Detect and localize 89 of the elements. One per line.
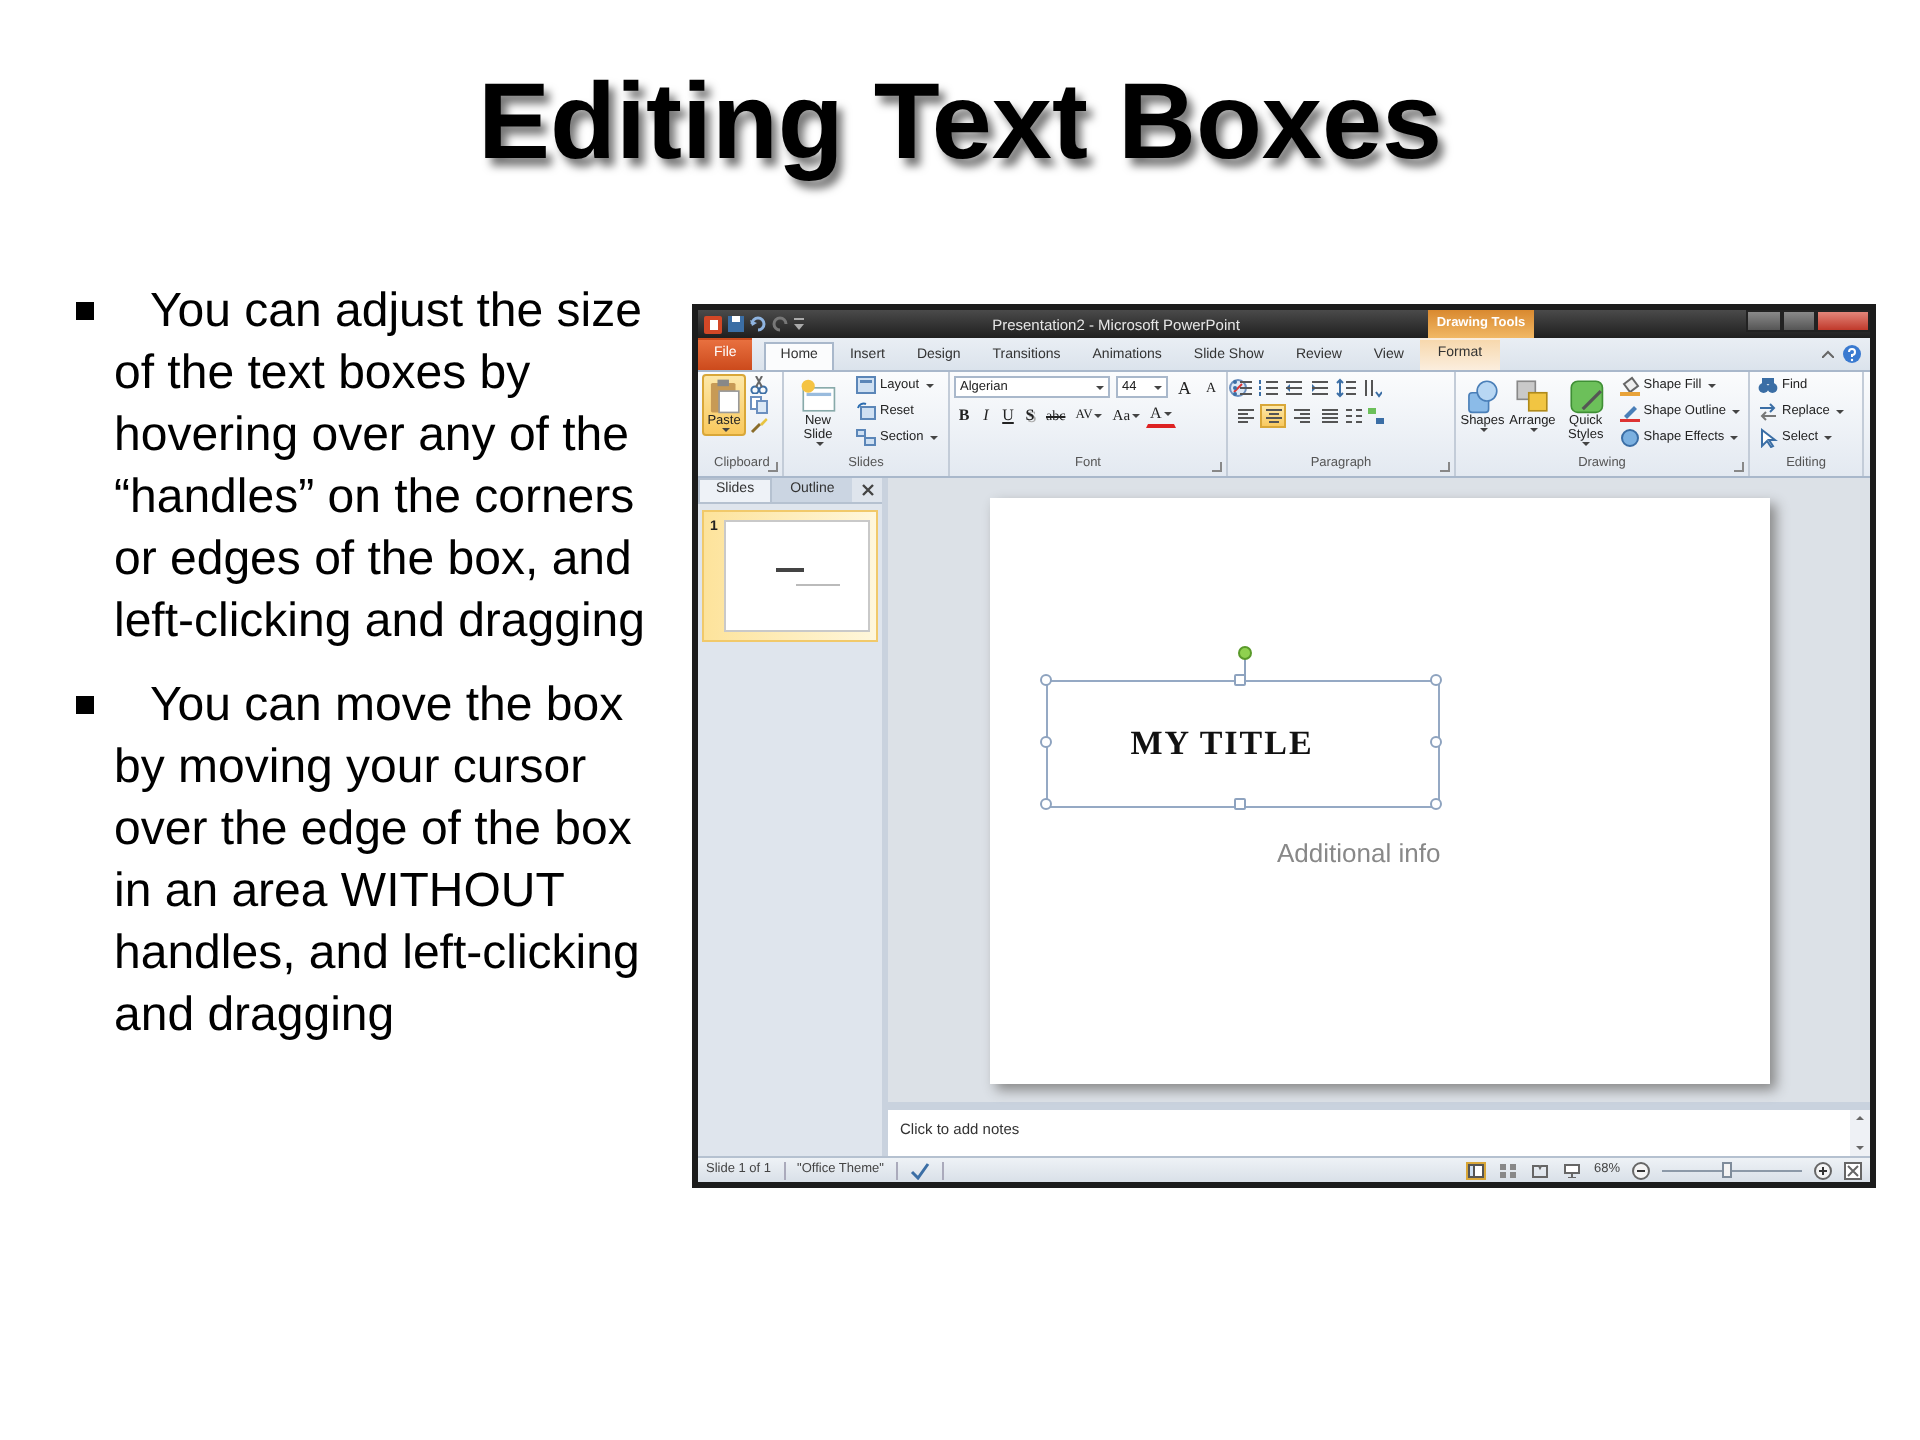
caret-icon — [1094, 413, 1103, 417]
slide-sorter-icon — [1499, 1163, 1516, 1177]
fill-icon — [1619, 376, 1640, 396]
align-button[interactable] — [1316, 403, 1342, 427]
section-icon — [856, 428, 876, 448]
fit-to-window-icon[interactable] — [1844, 1161, 1862, 1179]
arrange-icon — [1514, 378, 1551, 414]
bullet-text: You can adjust the size of the text boxes by hovering over any of the “handles” on the corners or edges of the box, and left-clicking and dragging — [114, 284, 645, 648]
slideshow-icon — [1563, 1163, 1580, 1177]
align-button[interactable] — [1232, 403, 1258, 427]
view-button[interactable] — [1529, 1161, 1550, 1179]
view-button[interactable] — [1465, 1161, 1486, 1179]
view-button[interactable] — [1561, 1161, 1582, 1179]
shapes-icon — [1464, 378, 1501, 414]
copy-icon[interactable] — [750, 396, 768, 414]
bullet-icon — [76, 302, 94, 320]
dialog-launcher-icon[interactable] — [1734, 462, 1744, 472]
scrollbar[interactable] — [1850, 1110, 1870, 1156]
reading-view-icon — [1531, 1163, 1548, 1177]
caret-icon — [1154, 385, 1162, 389]
line-spacing-icon[interactable] — [1336, 377, 1356, 397]
layout-icon — [856, 376, 876, 396]
format-button[interactable]: A — [1146, 403, 1176, 427]
slide-subtitle: Additional info — [1277, 838, 1441, 870]
smartart-icon[interactable] — [1366, 405, 1386, 425]
normal-view-icon — [1467, 1163, 1484, 1177]
align-button[interactable] — [1288, 403, 1314, 427]
view-button[interactable] — [1497, 1161, 1518, 1179]
align-button[interactable] — [1260, 403, 1286, 427]
align-left-icon — [1235, 405, 1255, 425]
resize-handle[interactable] — [1234, 798, 1246, 810]
slide-thumbnail[interactable] — [723, 520, 870, 632]
format-button[interactable]: I — [976, 403, 996, 427]
app-icon[interactable] — [704, 315, 722, 333]
zoom-slider-thumb[interactable] — [1721, 1161, 1731, 1177]
zoom-out-icon[interactable] — [1632, 1161, 1650, 1179]
scissors-icon[interactable] — [750, 376, 768, 394]
brush-icon[interactable] — [750, 416, 768, 434]
resize-handle[interactable] — [1429, 798, 1441, 810]
caret-icon — [1163, 412, 1172, 416]
format-button[interactable]: B — [954, 403, 974, 427]
resize-handle[interactable] — [1429, 736, 1441, 748]
justify-icon — [1319, 405, 1339, 425]
slide-icon — [800, 378, 836, 414]
customize-icon[interactable] — [794, 316, 804, 332]
spellcheck-icon[interactable] — [909, 1161, 930, 1179]
caret-icon — [1096, 385, 1104, 389]
rotation-handle[interactable] — [1237, 646, 1251, 682]
collapse-ribbon-icon[interactable] — [1822, 350, 1834, 358]
pen-icon — [1619, 402, 1640, 422]
decrease-indent-icon[interactable] — [1284, 377, 1304, 397]
format-button[interactable]: U — [998, 403, 1018, 427]
close-button[interactable] — [1816, 310, 1871, 332]
slide-title-text: MY TITLE — [1130, 724, 1314, 764]
caret-icon — [1132, 413, 1141, 417]
format-button[interactable]: S — [1020, 403, 1040, 427]
resize-handle[interactable] — [1039, 736, 1051, 748]
align-right-icon — [1291, 405, 1311, 425]
resize-handle[interactable] — [1039, 674, 1051, 686]
clipboard-icon — [706, 378, 742, 414]
reset-icon — [856, 402, 876, 422]
grow-font-button[interactable]: A — [1174, 375, 1195, 399]
increase-indent-icon[interactable] — [1310, 377, 1330, 397]
redo-icon[interactable] — [772, 316, 788, 332]
columns-icon[interactable] — [1344, 405, 1364, 425]
slide-title: Editing Text Boxes — [475, 60, 1445, 184]
bullet-text: You can move the box by moving your cursor over the edge of the box in an area WITHOUT handles, and left-clicking and dragging — [114, 678, 640, 1042]
zoom-in-icon[interactable] — [1814, 1161, 1832, 1179]
text-direction-icon[interactable] — [1362, 377, 1382, 397]
minimize-button[interactable] — [1746, 310, 1782, 332]
align-center-icon — [1263, 405, 1283, 425]
dialog-launcher-icon[interactable] — [1212, 462, 1222, 472]
close-icon[interactable] — [862, 484, 874, 496]
dialog-launcher-icon[interactable] — [1440, 462, 1450, 472]
bullet-icon — [76, 696, 94, 714]
binoculars-icon — [1758, 376, 1778, 396]
maximize-button[interactable] — [1781, 310, 1817, 332]
bullets-icon[interactable] — [1232, 377, 1252, 397]
help-icon[interactable] — [1842, 344, 1862, 364]
cursor-icon — [1758, 428, 1778, 448]
style-icon — [1567, 378, 1604, 414]
undo-icon[interactable] — [750, 316, 766, 332]
dialog-launcher-icon[interactable] — [768, 462, 778, 472]
resize-handle[interactable] — [1429, 674, 1441, 686]
effects-icon — [1619, 428, 1640, 448]
numbering-icon[interactable] — [1258, 377, 1278, 397]
resize-handle[interactable] — [1039, 798, 1051, 810]
save-icon[interactable] — [728, 316, 744, 332]
replace-icon — [1758, 402, 1778, 422]
